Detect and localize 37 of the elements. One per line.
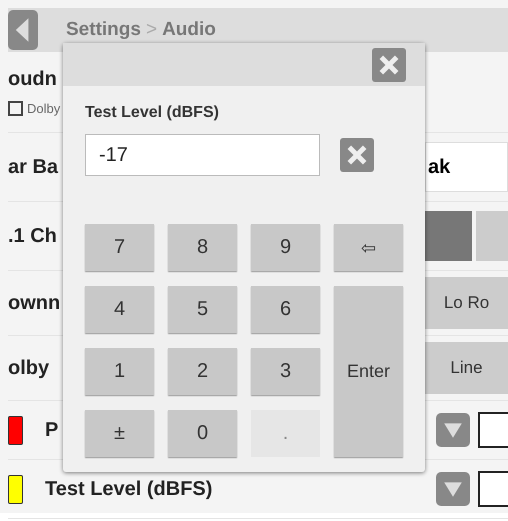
meter-label: Test Level (dBFS)	[45, 478, 212, 500]
setting-label: .1 Ch	[8, 224, 57, 248]
keypad-key[interactable]: 5	[168, 286, 237, 333]
backspace-key[interactable]: ⇦	[334, 224, 403, 271]
input-field[interactable]: -17	[85, 134, 320, 176]
keypad-key[interactable]: 6	[251, 286, 320, 333]
value-field[interactable]: ak	[425, 142, 508, 192]
close-button[interactable]	[372, 48, 406, 82]
setting-label: olby	[8, 356, 50, 380]
meter-label: P	[45, 418, 58, 442]
keypad-key[interactable]: 9	[251, 224, 320, 271]
value-field[interactable]	[478, 412, 508, 448]
back-button[interactable]	[8, 10, 38, 50]
setting-label: ownn	[8, 292, 60, 314]
dropdown-button[interactable]	[436, 413, 470, 447]
field-label: Test Level (dBFS)	[85, 104, 220, 122]
close-icon	[346, 144, 368, 166]
keypad-key[interactable]: 3	[251, 348, 320, 395]
clear-button[interactable]	[340, 138, 374, 172]
keypad-key[interactable]: 7	[85, 224, 154, 271]
value-field[interactable]	[478, 471, 508, 507]
keypad-key[interactable]: 1	[85, 348, 154, 395]
keypad-key[interactable]: ±	[85, 410, 154, 457]
option-button[interactable]: Line	[425, 342, 508, 394]
breadcrumb-separator: >	[146, 19, 158, 41]
checkbox-label: Dolby	[27, 101, 60, 116]
option-button[interactable]: Lo Ro	[425, 277, 508, 329]
setting-label: ar Ba	[8, 156, 58, 178]
dropdown-button[interactable]	[436, 472, 470, 506]
enter-key[interactable]: Enter	[334, 286, 403, 457]
keypad-key[interactable]: 0	[168, 410, 237, 457]
keypad-key[interactable]: 8	[168, 224, 237, 271]
close-icon	[378, 54, 400, 76]
checkbox[interactable]	[8, 101, 23, 116]
keypad-key[interactable]: 2	[168, 348, 237, 395]
section-heading: oudn	[8, 68, 57, 91]
keypad-key[interactable]: 4	[85, 286, 154, 333]
